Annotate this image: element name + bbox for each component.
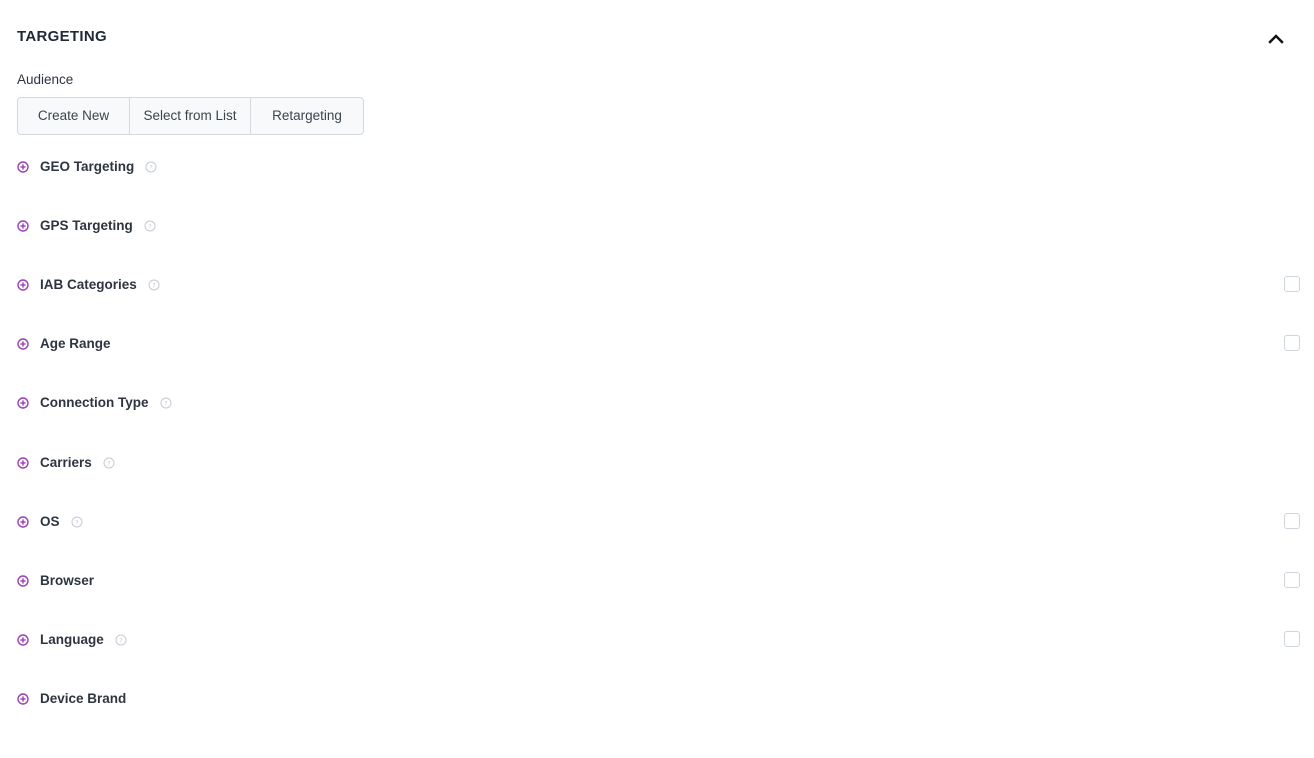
targeting-section: TARGETING Audience Create New Select fro…: [0, 0, 1314, 758]
targeting-row-label: Language: [40, 631, 104, 647]
retargeting-button[interactable]: Retargeting: [251, 98, 363, 134]
checkbox-language[interactable]: [1284, 631, 1300, 647]
plus-circle-icon[interactable]: [17, 219, 29, 232]
question-circle-icon[interactable]: ?: [160, 396, 172, 409]
svg-text:?: ?: [148, 222, 151, 230]
svg-text:?: ?: [107, 459, 110, 467]
create-new-button[interactable]: Create New: [18, 98, 130, 134]
targeting-row-geo-targeting[interactable]: GEO Targeting?: [17, 156, 157, 176]
targeting-row-browser[interactable]: Browser: [17, 570, 94, 590]
targeting-row-label: Connection Type: [40, 394, 149, 410]
section-title: TARGETING: [17, 28, 107, 45]
targeting-row-label: GEO Targeting: [40, 158, 135, 174]
plus-circle-icon[interactable]: [17, 278, 29, 291]
targeting-row-label: Device Brand: [40, 690, 127, 706]
targeting-row-iab-categories[interactable]: IAB Categories?: [17, 274, 160, 294]
targeting-row-label: Carriers: [40, 454, 92, 470]
targeting-row-gps-targeting[interactable]: GPS Targeting?: [17, 215, 156, 235]
svg-text:?: ?: [164, 399, 167, 407]
question-circle-icon[interactable]: ?: [144, 219, 156, 232]
plus-circle-icon[interactable]: [17, 692, 29, 705]
checkbox-age-range[interactable]: [1284, 335, 1300, 351]
targeting-row-label: OS: [40, 513, 60, 529]
plus-circle-icon[interactable]: [17, 456, 29, 469]
question-circle-icon[interactable]: ?: [145, 160, 157, 173]
targeting-row-device-brand[interactable]: Device Brand: [17, 688, 126, 708]
plus-circle-icon[interactable]: [17, 574, 29, 587]
targeting-row-label: GPS Targeting: [40, 217, 133, 233]
targeting-row-label: IAB Categories: [40, 276, 137, 292]
svg-text:?: ?: [119, 636, 122, 644]
plus-circle-icon[interactable]: [17, 337, 29, 350]
chevron-up-icon: [1268, 34, 1284, 44]
targeting-row-age-range[interactable]: Age Range: [17, 333, 111, 353]
svg-text:?: ?: [152, 281, 155, 289]
checkbox-iab-categories[interactable]: [1284, 276, 1300, 292]
checkbox-browser[interactable]: [1284, 572, 1300, 588]
plus-circle-icon[interactable]: [17, 396, 29, 409]
targeting-row-language[interactable]: Language?: [17, 629, 127, 649]
plus-circle-icon[interactable]: [17, 160, 29, 173]
targeting-row-connection-type[interactable]: Connection Type?: [17, 392, 172, 412]
select-from-list-button[interactable]: Select from List: [130, 98, 251, 134]
svg-text:?: ?: [75, 518, 78, 526]
targeting-row-label: Age Range: [40, 335, 111, 351]
plus-circle-icon[interactable]: [17, 515, 29, 528]
question-circle-icon[interactable]: ?: [148, 278, 160, 291]
collapse-button[interactable]: [1266, 30, 1286, 46]
targeting-row-carriers[interactable]: Carriers?: [17, 452, 115, 472]
targeting-row-os[interactable]: OS?: [17, 511, 83, 531]
checkbox-os[interactable]: [1284, 513, 1300, 529]
question-circle-icon[interactable]: ?: [103, 456, 115, 469]
audience-button-group: Create New Select from List Retargeting: [17, 97, 364, 135]
svg-text:?: ?: [150, 163, 153, 171]
targeting-row-label: Browser: [40, 572, 95, 588]
plus-circle-icon[interactable]: [17, 633, 29, 646]
question-circle-icon[interactable]: ?: [71, 515, 83, 528]
question-circle-icon[interactable]: ?: [115, 633, 127, 646]
audience-label: Audience: [17, 72, 74, 87]
